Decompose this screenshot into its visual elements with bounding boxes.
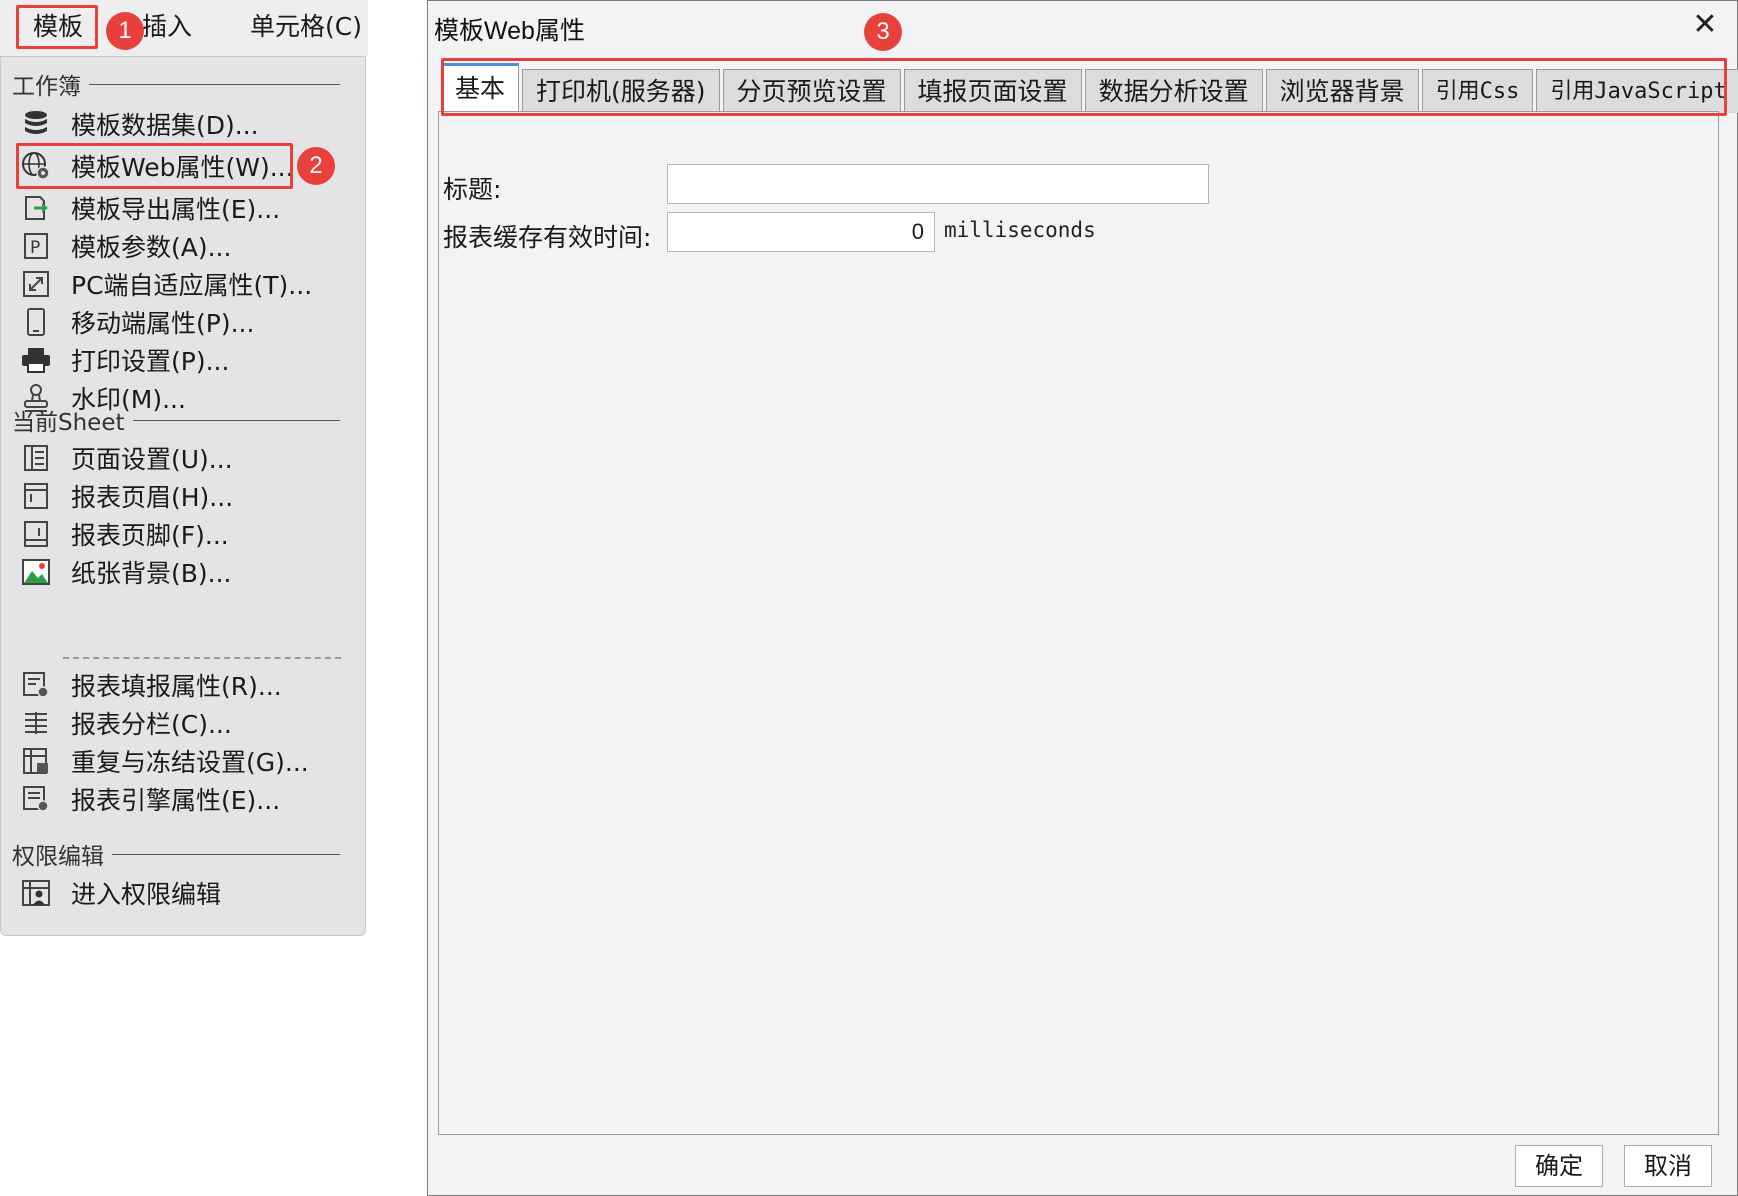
menu-item-label: 报表填报属性(R)... [71,672,282,701]
menu-item-label: 打印设置(P)... [71,347,230,376]
menu-item-pc-adaptive[interactable]: PC端自适应属性(T)... [19,264,312,304]
menu-item-mobile-properties[interactable]: 移动端属性(P)... [19,302,254,342]
title-input[interactable] [667,164,1209,204]
menu-separator [63,657,341,659]
columns-icon [19,707,53,739]
menu-item-label: 模板参数(A)... [71,233,232,262]
section-workbook-label: 工作簿 [12,74,81,100]
menu-item-label: 移动端属性(P)... [71,309,255,338]
fill-settings-icon [19,669,53,701]
menu-item-report-footer[interactable]: 报表页脚(F)... [19,514,229,554]
template-web-properties-dialog: 模板Web属性 ✕ 基本 打印机(服务器) 分页预览设置 填报页面设置 数据分析… [427,0,1738,1196]
menu-item-repeat-freeze[interactable]: 重复与冻结设置(G)... [19,741,309,781]
menu-item-label: 重复与冻结设置(G)... [71,748,309,777]
section-current-sheet: 当前Sheet [12,403,340,437]
menu-item-label: 进入权限编辑 [71,880,222,909]
footer-icon [19,518,53,550]
menu-item-template-dataset[interactable]: 模板数据集(D)... [19,104,259,144]
menu-tab-insert[interactable]: 插入 [142,8,192,46]
step-badge-3: 3 [864,13,902,51]
section-divider [132,419,340,421]
step-badge-1: 1 [106,12,144,50]
cache-time-label: 报表缓存有效时间: [443,223,652,252]
menu-item-report-columns[interactable]: 报表分栏(C)... [19,703,232,743]
highlight-box-web-properties [16,143,293,189]
parameter-icon: P [19,230,53,262]
highlight-box-template-tab [16,5,98,49]
svg-text:P: P [30,238,40,258]
printer-icon [19,344,53,376]
menu-item-label: 页面设置(U)... [71,445,233,474]
menu-item-report-engine[interactable]: 报表引擎属性(E)... [19,779,280,819]
cache-time-unit: milliseconds [944,218,1096,242]
section-divider [89,83,340,85]
section-divider [112,853,340,855]
menu-item-label: 报表页脚(F)... [71,521,229,550]
mobile-icon [19,306,53,338]
menu-item-label: 报表引擎属性(E)... [71,786,281,815]
menu-item-label: 纸张背景(B)... [71,559,232,588]
menu-item-label: PC端自适应属性(T)... [71,271,313,300]
menu-item-label: 报表分栏(C)... [71,710,232,739]
page-setup-icon [19,442,53,474]
highlight-box-tabs [441,58,1727,116]
menu-item-template-export-properties[interactable]: 模板导出属性(E)... [19,188,280,228]
section-sheet-label: 当前Sheet [12,410,125,436]
menu-item-label: 报表页眉(H)... [71,483,234,512]
menu-item-template-parameters[interactable]: P 模板参数(A)... [19,226,231,266]
permission-icon [19,877,53,909]
ok-button[interactable]: 确定 [1515,1145,1603,1187]
basic-settings-panel: 标题: 报表缓存有效时间: 0 milliseconds [438,111,1719,1135]
menu-item-page-setup[interactable]: 页面设置(U)... [19,438,233,478]
cancel-button[interactable]: 取消 [1624,1145,1712,1187]
template-menu: 模板 插入 单元格(C) 工作簿 模板数据集(D)... 模板Web属性(W).… [0,0,368,940]
header-icon [19,480,53,512]
title-label: 标题: [443,175,502,204]
export-icon [19,192,53,224]
menu-item-label: 模板数据集(D)... [71,111,259,140]
menu-item-print-settings[interactable]: 打印设置(P)... [19,340,229,380]
menu-item-report-fill-properties[interactable]: 报表填报属性(R)... [19,665,282,705]
menu-item-report-header[interactable]: 报表页眉(H)... [19,476,233,516]
menu-item-enter-permission-edit[interactable]: 进入权限编辑 [19,873,221,913]
step-badge-2: 2 [297,147,335,185]
database-icon [19,108,53,140]
section-permission: 权限编辑 [12,837,340,871]
section-workbook: 工作簿 [12,67,340,101]
engine-icon [19,783,53,815]
freeze-icon [19,745,53,777]
menu-tab-cell[interactable]: 单元格(C) [250,8,362,46]
menu-item-label: 模板导出属性(E)... [71,195,281,224]
image-icon [19,556,53,588]
dialog-title: 模板Web属性 [434,17,585,45]
menu-item-paper-background[interactable]: 纸张背景(B)... [19,552,232,592]
close-icon[interactable]: ✕ [1687,7,1723,43]
cache-time-input[interactable]: 0 [667,212,935,252]
section-permission-label: 权限编辑 [12,844,104,870]
resize-icon [19,268,53,300]
